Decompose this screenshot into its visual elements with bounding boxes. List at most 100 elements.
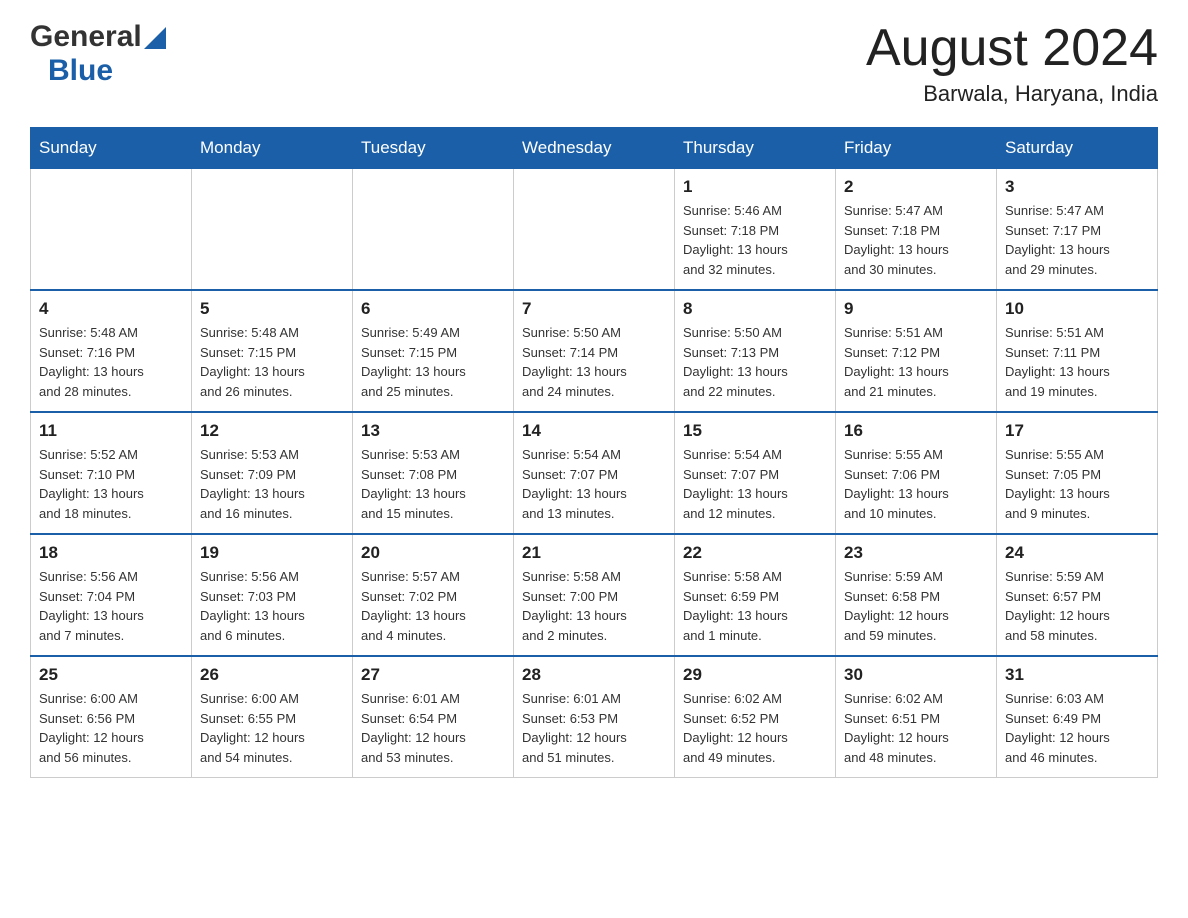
calendar-cell: 19 Sunrise: 5:56 AM Sunset: 7:03 PM Dayli…: [192, 534, 353, 656]
day-number: 19: [200, 543, 344, 563]
calendar-table: SundayMondayTuesdayWednesdayThursdayFrid…: [30, 127, 1158, 778]
calendar-cell: [353, 169, 514, 291]
calendar-cell: 3 Sunrise: 5:47 AM Sunset: 7:17 PM Daylig…: [997, 169, 1158, 291]
day-sun-info: Sunrise: 5:49 AM Sunset: 7:15 PM Dayligh…: [361, 323, 505, 401]
day-number: 7: [522, 299, 666, 319]
page-header: General Blue August 2024 Barwala, Haryan…: [30, 20, 1158, 107]
day-sun-info: Sunrise: 5:55 AM Sunset: 7:06 PM Dayligh…: [844, 445, 988, 523]
logo: General Blue: [30, 20, 166, 88]
weekday-friday: Friday: [836, 128, 997, 169]
day-number: 17: [1005, 421, 1149, 441]
day-sun-info: Sunrise: 5:54 AM Sunset: 7:07 PM Dayligh…: [683, 445, 827, 523]
day-number: 20: [361, 543, 505, 563]
weekday-tuesday: Tuesday: [353, 128, 514, 169]
day-sun-info: Sunrise: 6:02 AM Sunset: 6:51 PM Dayligh…: [844, 689, 988, 767]
calendar-cell: 4 Sunrise: 5:48 AM Sunset: 7:16 PM Daylig…: [31, 290, 192, 412]
day-number: 11: [39, 421, 183, 441]
logo-blue-text: Blue: [48, 54, 113, 87]
calendar-cell: 29 Sunrise: 6:02 AM Sunset: 6:52 PM Dayli…: [675, 656, 836, 778]
calendar-cell: 16 Sunrise: 5:55 AM Sunset: 7:06 PM Dayli…: [836, 412, 997, 534]
week-row-5: 25Sunrise: 6:00 AM Sunset: 6:56 PM Dayli…: [31, 656, 1158, 778]
day-number: 23: [844, 543, 988, 563]
day-number: 27: [361, 665, 505, 685]
logo-general-text: General: [30, 20, 142, 54]
day-number: 8: [683, 299, 827, 319]
calendar-cell: 5Sunrise: 5:48 AM Sunset: 7:15 PM Daylig…: [192, 290, 353, 412]
weekday-saturday: Saturday: [997, 128, 1158, 169]
calendar-cell: 30Sunrise: 6:02 AM Sunset: 6:51 PM Dayli…: [836, 656, 997, 778]
day-sun-info: Sunrise: 6:02 AM Sunset: 6:52 PM Dayligh…: [683, 689, 827, 767]
day-sun-info: Sunrise: 5:55 AM Sunset: 7:05 PM Dayligh…: [1005, 445, 1149, 523]
day-sun-info: Sunrise: 5:51 AM Sunset: 7:12 PM Dayligh…: [844, 323, 988, 401]
day-number: 12: [200, 421, 344, 441]
day-number: 15: [683, 421, 827, 441]
day-number: 10: [1005, 299, 1149, 319]
week-row-3: 11 Sunrise: 5:52 AM Sunset: 7:10 PM Dayli…: [31, 412, 1158, 534]
week-row-4: 18 Sunrise: 5:56 AM Sunset: 7:04 PM Dayli…: [31, 534, 1158, 656]
day-sun-info: Sunrise: 5:58 AM Sunset: 6:59 PM Dayligh…: [683, 567, 827, 645]
calendar-cell: 31 Sunrise: 6:03 AM Sunset: 6:49 PM Dayli…: [997, 656, 1158, 778]
day-sun-info: Sunrise: 5:56 AM Sunset: 7:03 PM Dayligh…: [200, 567, 344, 645]
day-number: 25: [39, 665, 183, 685]
day-sun-info: Sunrise: 5:47 AM Sunset: 7:17 PM Dayligh…: [1005, 201, 1149, 279]
day-number: 24: [1005, 543, 1149, 563]
weekday-thursday: Thursday: [675, 128, 836, 169]
day-sun-info: Sunrise: 6:03 AM Sunset: 6:49 PM Dayligh…: [1005, 689, 1149, 767]
calendar-cell: 26 Sunrise: 6:00 AM Sunset: 6:55 PM Dayli…: [192, 656, 353, 778]
day-sun-info: Sunrise: 5:52 AM Sunset: 7:10 PM Dayligh…: [39, 445, 183, 523]
day-sun-info: Sunrise: 5:54 AM Sunset: 7:07 PM Dayligh…: [522, 445, 666, 523]
month-title: August 2024: [866, 20, 1158, 77]
day-number: 28: [522, 665, 666, 685]
calendar-cell: 27 Sunrise: 6:01 AM Sunset: 6:54 PM Dayli…: [353, 656, 514, 778]
calendar-cell: 21 Sunrise: 5:58 AM Sunset: 7:00 PM Dayli…: [514, 534, 675, 656]
calendar-cell: 2 Sunrise: 5:47 AM Sunset: 7:18 PM Daylig…: [836, 169, 997, 291]
day-number: 3: [1005, 177, 1149, 197]
calendar-cell: 20 Sunrise: 5:57 AM Sunset: 7:02 PM Dayli…: [353, 534, 514, 656]
day-sun-info: Sunrise: 5:48 AM Sunset: 7:16 PM Dayligh…: [39, 323, 183, 401]
day-sun-info: Sunrise: 6:01 AM Sunset: 6:53 PM Dayligh…: [522, 689, 666, 767]
weekday-wednesday: Wednesday: [514, 128, 675, 169]
weekday-header-row: SundayMondayTuesdayWednesdayThursdayFrid…: [31, 128, 1158, 169]
calendar-cell: 22 Sunrise: 5:58 AM Sunset: 6:59 PM Dayli…: [675, 534, 836, 656]
day-number: 14: [522, 421, 666, 441]
calendar-cell: 28 Sunrise: 6:01 AM Sunset: 6:53 PM Dayli…: [514, 656, 675, 778]
day-sun-info: Sunrise: 5:56 AM Sunset: 7:04 PM Dayligh…: [39, 567, 183, 645]
day-sun-info: Sunrise: 5:53 AM Sunset: 7:09 PM Dayligh…: [200, 445, 344, 523]
day-sun-info: Sunrise: 5:59 AM Sunset: 6:58 PM Dayligh…: [844, 567, 988, 645]
day-sun-info: Sunrise: 5:53 AM Sunset: 7:08 PM Dayligh…: [361, 445, 505, 523]
calendar-cell: 17 Sunrise: 5:55 AM Sunset: 7:05 PM Dayli…: [997, 412, 1158, 534]
location-text: Barwala, Haryana, India: [866, 81, 1158, 107]
day-sun-info: Sunrise: 5:59 AM Sunset: 6:57 PM Dayligh…: [1005, 567, 1149, 645]
logo-triangle-icon: [144, 27, 166, 49]
calendar-cell: 18 Sunrise: 5:56 AM Sunset: 7:04 PM Dayli…: [31, 534, 192, 656]
calendar-cell: [192, 169, 353, 291]
day-number: 13: [361, 421, 505, 441]
day-number: 4: [39, 299, 183, 319]
calendar-cell: [514, 169, 675, 291]
calendar-cell: 12 Sunrise: 5:53 AM Sunset: 7:09 PM Dayli…: [192, 412, 353, 534]
day-number: 2: [844, 177, 988, 197]
calendar-cell: 11 Sunrise: 5:52 AM Sunset: 7:10 PM Dayli…: [31, 412, 192, 534]
calendar-cell: 14 Sunrise: 5:54 AM Sunset: 7:07 PM Dayli…: [514, 412, 675, 534]
calendar-cell: 1Sunrise: 5:46 AM Sunset: 7:18 PM Daylig…: [675, 169, 836, 291]
day-number: 26: [200, 665, 344, 685]
day-sun-info: Sunrise: 5:50 AM Sunset: 7:14 PM Dayligh…: [522, 323, 666, 401]
day-sun-info: Sunrise: 6:00 AM Sunset: 6:55 PM Dayligh…: [200, 689, 344, 767]
day-number: 16: [844, 421, 988, 441]
day-number: 21: [522, 543, 666, 563]
day-sun-info: Sunrise: 5:57 AM Sunset: 7:02 PM Dayligh…: [361, 567, 505, 645]
calendar-cell: 6Sunrise: 5:49 AM Sunset: 7:15 PM Daylig…: [353, 290, 514, 412]
day-number: 5: [200, 299, 344, 319]
day-number: 18: [39, 543, 183, 563]
day-sun-info: Sunrise: 5:47 AM Sunset: 7:18 PM Dayligh…: [844, 201, 988, 279]
day-sun-info: Sunrise: 5:51 AM Sunset: 7:11 PM Dayligh…: [1005, 323, 1149, 401]
day-sun-info: Sunrise: 5:46 AM Sunset: 7:18 PM Dayligh…: [683, 201, 827, 279]
day-sun-info: Sunrise: 5:58 AM Sunset: 7:00 PM Dayligh…: [522, 567, 666, 645]
weekday-sunday: Sunday: [31, 128, 192, 169]
day-number: 22: [683, 543, 827, 563]
day-number: 31: [1005, 665, 1149, 685]
day-number: 29: [683, 665, 827, 685]
day-sun-info: Sunrise: 6:01 AM Sunset: 6:54 PM Dayligh…: [361, 689, 505, 767]
calendar-cell: 23 Sunrise: 5:59 AM Sunset: 6:58 PM Dayli…: [836, 534, 997, 656]
calendar-cell: 9Sunrise: 5:51 AM Sunset: 7:12 PM Daylig…: [836, 290, 997, 412]
